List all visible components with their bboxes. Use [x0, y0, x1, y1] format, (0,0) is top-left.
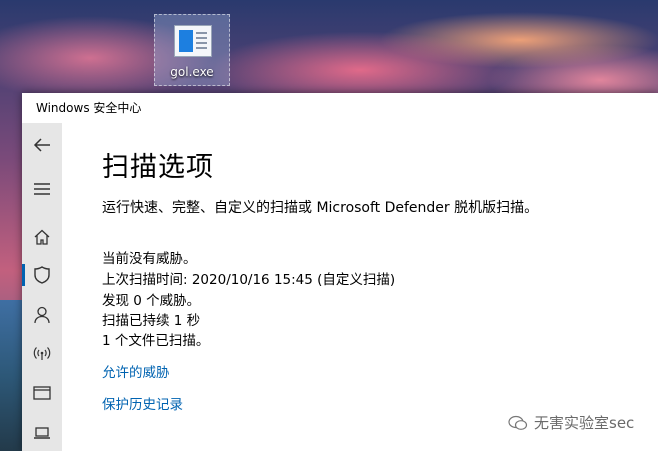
wechat-icon [508, 415, 528, 430]
status-no-threats: 当前没有威胁。 [102, 251, 197, 267]
executable-file-icon [174, 25, 212, 57]
watermark-text: 无害实验室sec [534, 414, 635, 432]
status-files-scanned: 1 个文件已扫描。 [102, 333, 210, 349]
status-last-scan: 上次扫描时间: 2020/10/16 15:45 (自定义扫描) [102, 272, 396, 288]
app-browser-icon [33, 386, 51, 400]
shield-icon [34, 266, 50, 284]
hamburger-menu-icon [34, 183, 50, 195]
protection-history-link[interactable]: 保护历史记录 [102, 393, 183, 413]
home-icon [34, 229, 50, 245]
menu-button[interactable] [22, 171, 62, 207]
back-arrow-icon [33, 138, 50, 152]
back-button[interactable] [22, 127, 62, 163]
nav-app-browser-control[interactable] [22, 375, 62, 411]
nav-home[interactable] [22, 219, 62, 255]
window-title: Windows 安全中心 [22, 93, 658, 123]
desktop-file-gol-exe[interactable]: gol.exe [154, 14, 230, 86]
nav-device-security[interactable] [22, 415, 62, 451]
page-title: 扫描选项 [102, 152, 214, 183]
account-person-icon [34, 306, 50, 324]
desktop-icon-label: gol.exe [170, 65, 214, 79]
nav-account-protection[interactable] [22, 297, 62, 333]
windows-security-window: Windows 安全中心 扫描选项 运行快速、完整、自定义的扫描或 Micros… [22, 93, 658, 451]
page-description: 运行快速、完整、自定义的扫描或 Microsoft Defender 脱机版扫描… [102, 200, 539, 216]
desktop-wallpaper-shore [0, 300, 24, 451]
network-wifi-icon [33, 347, 51, 360]
nav-firewall-network[interactable] [22, 335, 62, 371]
status-scan-duration: 扫描已持续 1 秒 [102, 313, 201, 329]
nav-virus-protection[interactable] [22, 257, 62, 293]
sidebar-nav [22, 123, 62, 451]
device-laptop-icon [34, 427, 50, 439]
allowed-threats-link[interactable]: 允许的威胁 [102, 361, 170, 381]
status-threats-found: 发现 0 个威胁。 [102, 293, 201, 309]
watermark: 无害实验室sec [508, 412, 634, 433]
